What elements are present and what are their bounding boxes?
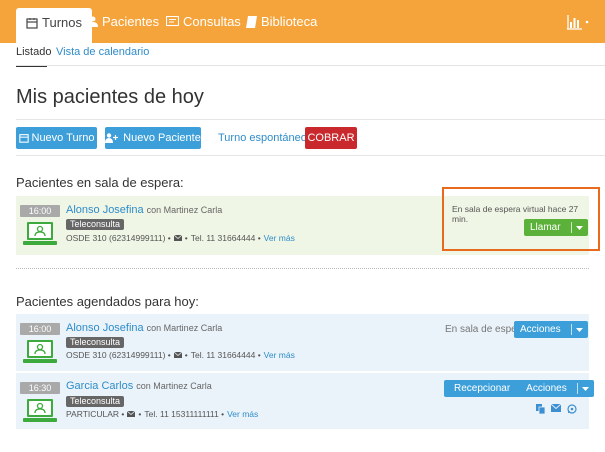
waiting-room-title: Pacientes en sala de espera: xyxy=(16,175,184,190)
nav-tab-label: Consultas xyxy=(183,14,241,29)
new-patient-button[interactable]: Nuevo Paciente xyxy=(105,127,201,149)
button-label: Nuevo Paciente xyxy=(123,132,201,144)
sub-tabs: Listado Vista de calendario xyxy=(0,43,605,67)
teleconsult-laptop-icon xyxy=(23,222,57,245)
add-user-icon xyxy=(105,133,119,143)
coverage: OSDE 310 (62314999111) xyxy=(66,350,166,360)
page-title: Mis pacientes de hoy xyxy=(16,86,204,108)
tab-vista-calendario[interactable]: Vista de calendario xyxy=(56,46,149,58)
spontaneous-appointment-link[interactable]: Turno espontáneo xyxy=(218,132,307,144)
receive-button[interactable]: Recepcionar xyxy=(444,383,520,394)
patient-name-row: Alonso Josefina con Martinez Carla xyxy=(66,204,222,216)
envelope-icon[interactable] xyxy=(551,404,561,412)
teleconsulta-badge: Teleconsulta xyxy=(66,337,125,348)
teleconsulta-badge: Teleconsulta xyxy=(66,219,125,230)
patient-name-row: Alonso Josefina con Martinez Carla xyxy=(66,322,222,334)
calendar-icon xyxy=(26,17,38,29)
copy-icon[interactable] xyxy=(536,404,545,414)
teleconsult-laptop-icon xyxy=(23,399,57,422)
button-label: Acciones xyxy=(520,324,561,335)
envelope-icon[interactable] xyxy=(173,235,182,241)
patient-info: OSDE 310 (62314999111) • • Tel. 11 31664… xyxy=(66,350,295,360)
charge-button[interactable]: COBRAR xyxy=(305,127,357,149)
teleconsult-laptop-icon xyxy=(23,340,57,363)
appointment-time: 16:00 xyxy=(20,323,60,335)
nav-tab-label: Turnos xyxy=(42,15,82,30)
patient-name-link[interactable]: Garcia Carlos xyxy=(66,380,133,392)
phone: Tel. 11 15311111111 xyxy=(144,409,219,419)
dotted-divider xyxy=(16,268,589,269)
button-label: Nuevo Turno xyxy=(31,132,95,144)
envelope-icon[interactable] xyxy=(127,411,136,417)
nav-tab-consultas[interactable]: Consultas xyxy=(166,8,241,35)
nav-tab-biblioteca[interactable]: Biblioteca xyxy=(246,8,317,35)
patient-name-link[interactable]: Alonso Josefina xyxy=(66,322,144,334)
new-appointment-button[interactable]: Nuevo Turno xyxy=(16,127,97,149)
divider xyxy=(16,65,605,66)
stats-button[interactable] xyxy=(567,14,591,30)
chevron-down-icon[interactable] xyxy=(572,327,588,332)
doctor-name: con Martinez Carla xyxy=(146,205,223,215)
divider xyxy=(16,119,605,120)
highlight-box xyxy=(442,187,600,251)
actions-button[interactable]: Acciones xyxy=(520,383,577,394)
patient-info: OSDE 310 (62314999111) • • Tel. 11 31664… xyxy=(66,233,295,243)
doctor-name: con Martinez Carla xyxy=(136,381,212,391)
scheduled-patient-card: 16:00 Alonso Josefina con Martinez Carla … xyxy=(16,314,589,371)
patient-name-link[interactable]: Alonso Josefina xyxy=(66,204,144,216)
reception-actions-group: Recepcionar Acciones xyxy=(444,380,594,397)
chat-icon xyxy=(166,16,179,27)
see-more-link[interactable]: Ver más xyxy=(227,409,258,419)
phone: Tel. 11 31664444 xyxy=(190,233,256,243)
actions-dropdown-button[interactable]: Acciones xyxy=(514,321,588,338)
see-more-link[interactable]: Ver más xyxy=(264,233,295,243)
appointment-time: 16:30 xyxy=(20,382,60,394)
see-more-link[interactable]: Ver más xyxy=(264,350,295,360)
patient-name-row: Garcia Carlos con Martinez Carla xyxy=(66,380,212,392)
envelope-icon[interactable] xyxy=(173,352,182,358)
scheduled-patient-card: 16:30 Garcia Carlos con Martinez Carla Te… xyxy=(16,373,594,429)
patient-info: PARTICULAR • • Tel. 11 15311111111 • Ver… xyxy=(66,409,259,419)
chevron-down-icon[interactable] xyxy=(578,386,594,391)
nav-tab-label: Pacientes xyxy=(102,14,160,29)
user-icon xyxy=(88,16,98,27)
phone: Tel. 11 31664444 xyxy=(190,350,256,360)
contact-icons xyxy=(536,404,577,414)
scheduled-title: Pacientes agendados para hoy: xyxy=(16,294,199,309)
book-icon xyxy=(246,15,257,28)
coverage: OSDE 310 (62314999111) xyxy=(66,233,166,243)
nav-tab-turnos[interactable]: Turnos xyxy=(16,8,92,43)
nav-tab-label: Biblioteca xyxy=(261,14,318,29)
appointment-time: 16:00 xyxy=(20,205,60,217)
teleconsulta-badge: Teleconsulta xyxy=(66,396,125,407)
button-label: COBRAR xyxy=(307,132,355,144)
bar-chart-icon xyxy=(567,15,589,30)
divider xyxy=(16,155,605,156)
whatsapp-icon[interactable] xyxy=(567,404,577,414)
doctor-name: con Martinez Carla xyxy=(146,323,223,333)
coverage: PARTICULAR xyxy=(66,409,120,419)
calendar-icon xyxy=(18,134,29,143)
top-navbar: Turnos Pacientes Consultas Biblioteca xyxy=(0,0,605,43)
nav-tab-pacientes[interactable]: Pacientes xyxy=(88,8,159,35)
tab-listado[interactable]: Listado xyxy=(16,46,51,58)
